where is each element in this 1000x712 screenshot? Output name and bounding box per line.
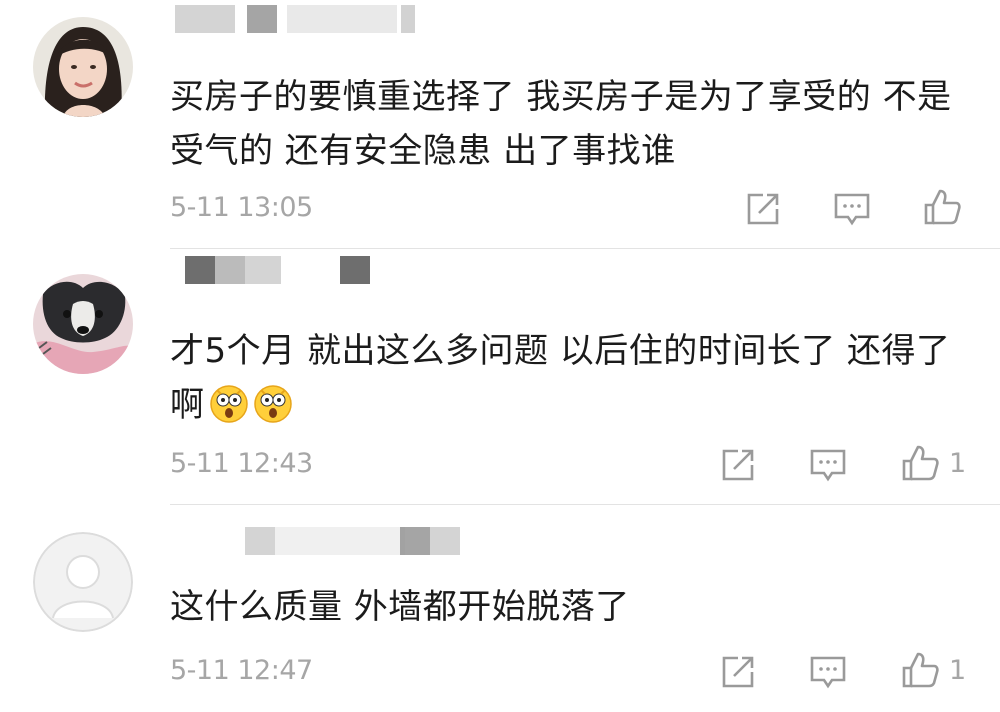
thumbs-up-icon[interactable]	[900, 650, 940, 690]
comment-icon[interactable]	[808, 652, 848, 692]
username-redacted[interactable]	[245, 527, 465, 555]
comment-timestamp: 5-11 13:05	[170, 192, 313, 223]
thumbs-up-icon[interactable]	[900, 443, 940, 483]
comment-item: 买房子的要慎重选择了 我买房子是为了享受的 不是受气的 还有安全隐患 出了事找谁…	[0, 0, 1000, 250]
comment-icon[interactable]	[832, 189, 872, 229]
shocked-face-emoji	[253, 385, 292, 423]
shocked-face-emoji	[209, 385, 248, 423]
like-count: 1	[949, 448, 967, 479]
comment-item: 才5个月 就出这么多问题 以后住的时间长了 还得了啊 5-11 12:43 1	[0, 250, 1000, 505]
username-redacted[interactable]	[175, 256, 375, 284]
comment-text: 这什么质量 外墙都开始脱落了	[170, 587, 630, 627]
puppy-avatar	[33, 274, 133, 374]
comment-icon[interactable]	[808, 445, 848, 485]
comment-timestamp: 5-11 12:43	[170, 448, 313, 479]
comment-timestamp: 5-11 12:47	[170, 655, 313, 686]
default-user-avatar	[33, 532, 133, 632]
user-avatar[interactable]	[33, 17, 133, 117]
thumbs-up-icon[interactable]	[922, 187, 962, 227]
user-avatar[interactable]	[33, 532, 133, 632]
username-redacted[interactable]	[175, 5, 415, 33]
share-icon[interactable]	[718, 445, 758, 485]
comment-text: 买房子的要慎重选择了 我买房子是为了享受的 不是受气的 还有安全隐患 出了事找谁	[170, 77, 952, 171]
divider	[170, 248, 1000, 249]
user-avatar[interactable]	[33, 274, 133, 374]
comment-list: 买房子的要慎重选择了 我买房子是为了享受的 不是受气的 还有安全隐患 出了事找谁…	[0, 0, 1000, 712]
like-count: 1	[949, 655, 967, 686]
comment-text: 才5个月 就出这么多问题 以后住的时间长了 还得了啊	[170, 331, 951, 425]
share-icon[interactable]	[743, 189, 783, 229]
woman-portrait-avatar	[33, 17, 133, 117]
share-icon[interactable]	[718, 652, 758, 692]
comment-item: 这什么质量 外墙都开始脱落了 5-11 12:47 1	[0, 505, 1000, 712]
